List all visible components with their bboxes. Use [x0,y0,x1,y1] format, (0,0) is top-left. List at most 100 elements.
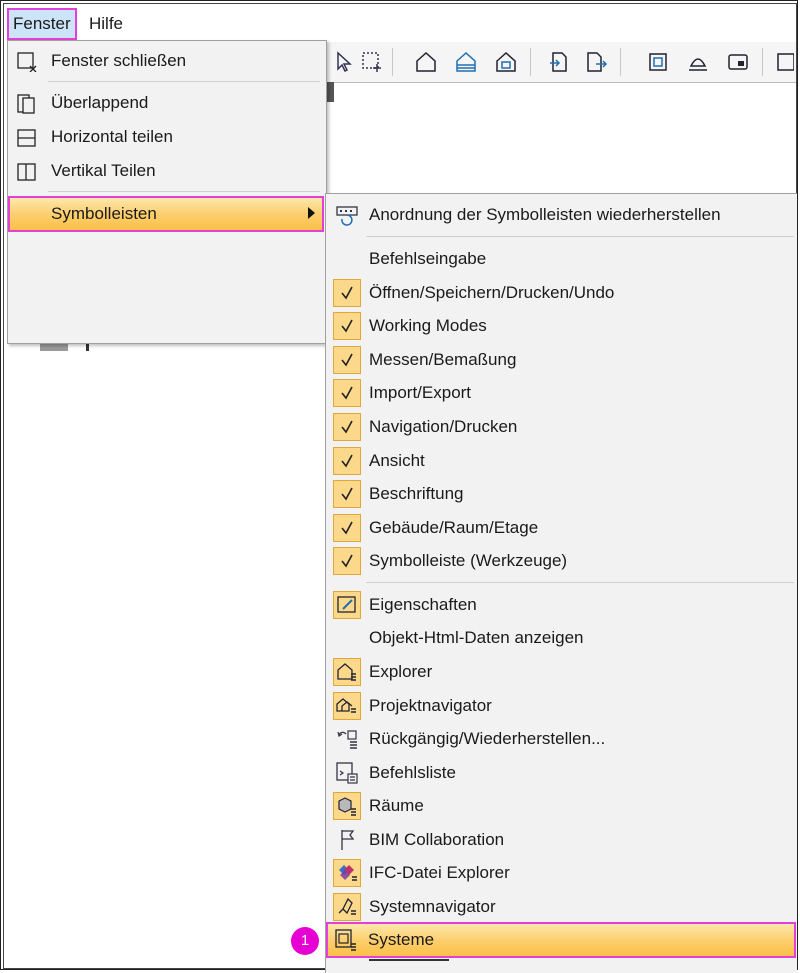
submenu-item-raeume[interactable]: Räume [328,790,794,822]
submenu-item-label: Gebäude/Raum/Etage [369,518,539,537]
command-list-icon [336,762,358,784]
checkmark-icon [333,447,361,475]
cutoff-text-fragment [369,959,449,964]
toolbar-reset-icon [336,206,358,226]
submenu-item-rueckgaengig[interactable]: Rückgängig/Wiederherstellen... [328,723,794,755]
submenu-item-bim-collaboration[interactable]: BIM Collaboration [328,824,794,856]
submenu-item-working-modes[interactable]: Working Modes [328,310,794,342]
submenu-item-systemnavigator[interactable]: Systemnavigator [328,891,794,923]
systems-icon [335,929,356,951]
toolbar-separator [620,48,621,76]
menu-item-symbolleisten[interactable]: Symbolleisten [8,196,324,232]
flag-icon [341,830,355,850]
house-layers-icon[interactable] [454,50,478,74]
undo-redo-icon [337,730,357,749]
submenu-item-objekt-html[interactable]: Objekt-Html-Daten anzeigen [328,622,794,654]
export-icon[interactable] [584,50,608,74]
menu-item-horizontal-teilen[interactable]: Horizontal teilen [9,121,323,153]
roof-icon[interactable] [686,50,710,74]
submenu-item-label: Explorer [369,662,433,681]
submenu-item-eigenschaften[interactable]: Eigenschaften [328,589,794,621]
submenu-item-label: Messen/Bemaßung [369,350,517,369]
submenu-item-label: Befehlseingabe [369,249,487,268]
submenu-item-projektnavigator[interactable]: Projektnavigator [328,690,794,722]
menu-item-vertikal-teilen[interactable]: Vertikal Teilen [9,155,323,187]
properties-icon [333,591,361,619]
menu-item-fenster-schliessen[interactable]: Fenster schließen [9,45,323,77]
submenu-item-label: Ansicht [369,451,425,470]
pointer-icon[interactable] [332,50,356,74]
menu-item-label: Vertikal Teilen [51,161,156,180]
split-vertical-icon [17,163,36,181]
menu-separator [48,81,320,82]
submenu-item-label: Projektnavigator [369,696,492,715]
menu-separator [366,582,794,583]
submenu-item-import-export[interactable]: Import/Export [328,377,794,409]
select-add-icon[interactable] [360,50,384,74]
checkmark-icon [333,279,361,307]
fenster-menu: Fenster schließen Überlappend Horizontal… [7,40,327,344]
toolbar-separator [762,48,763,76]
cascade-icon [17,94,35,114]
menu-separator [48,191,320,192]
numbering-icon[interactable] [776,50,794,74]
submenu-item-label: Systeme [368,930,435,949]
submenu-item-label: Räume [369,796,424,815]
house-rooms-icon[interactable] [494,50,518,74]
house-icon[interactable] [414,50,438,74]
submenu-item-label: Rückgängig/Wiederherstellen... [369,729,606,748]
system-navigator-icon [333,893,361,921]
submenu-item-label: Beschriftung [369,484,464,503]
checkmark-icon [333,379,361,407]
submenu-item-label: Symbolleiste (Werkzeuge) [369,551,568,570]
submenu-item-befehlseingabe[interactable]: Befehlseingabe [328,243,794,275]
submenu-item-beschriftung[interactable]: Beschriftung [328,478,794,510]
menu-item-label: Überlappend [51,93,149,112]
window-icon[interactable] [726,50,750,74]
submenu-item-navigation-drucken[interactable]: Navigation/Drucken [328,411,794,443]
menu-item-label: Horizontal teilen [51,127,173,146]
checkmark-icon [333,346,361,374]
submenu-item-anordnung[interactable]: Anordnung der Symbolleisten wiederherste… [328,199,794,231]
explorer-icon [333,658,361,686]
submenu-item-label: Systemnavigator [369,897,496,916]
submenu-item-explorer[interactable]: Explorer [328,656,794,688]
menu-hilfe[interactable]: Hilfe [84,9,128,39]
ifc-explorer-icon [333,859,361,887]
menu-item-label: Fenster schließen [51,51,187,70]
import-icon[interactable] [548,50,572,74]
submenu-item-systeme[interactable]: Systeme [326,922,796,958]
content-edge [326,82,334,102]
submenu-item-label: BIM Collaboration [369,830,505,849]
submenu-item-label: Working Modes [369,316,487,335]
frame-select-icon[interactable] [646,50,670,74]
toolbar-separator [530,48,531,76]
checkmark-icon [333,514,361,542]
submenu-item-cutoff[interactable] [328,959,794,971]
submenu-item-label: Objekt-Html-Daten anzeigen [369,628,584,647]
submenu-item-befehlsliste[interactable]: Befehlsliste [328,757,794,789]
menu-bar: Fenster Hilfe [4,5,794,41]
menu-separator [366,236,794,237]
checkmark-icon [333,547,361,575]
project-navigator-icon [333,692,361,720]
submenu-item-label: Import/Export [369,383,472,402]
submenu-item-gebaeude-raum-etage[interactable]: Gebäude/Raum/Etage [328,512,794,544]
rooms-icon [333,792,361,820]
menu-item-ueberlappend[interactable]: Überlappend [9,87,323,119]
menu-fenster[interactable]: Fenster [7,8,77,40]
checkmark-icon [333,413,361,441]
background-element [40,343,89,351]
submenu-item-label: Navigation/Drucken [369,417,518,436]
submenu-item-label: Eigenschaften [369,595,477,614]
submenu-item-symbolleiste-werkzeuge[interactable]: Symbolleiste (Werkzeuge) [328,545,794,577]
submenu-item-oeffnen-speichern[interactable]: Öffnen/Speichern/Drucken/Undo [328,277,794,309]
submenu-item-ifc-explorer[interactable]: IFC-Datei Explorer [328,857,794,889]
symbolleisten-submenu: Anordnung der Symbolleisten wiederherste… [325,193,797,973]
submenu-item-ansicht[interactable]: Ansicht [328,445,794,477]
submenu-item-messen[interactable]: Messen/Bemaßung [328,344,794,376]
toolbar-separator [392,48,393,76]
submenu-item-label: Öffnen/Speichern/Drucken/Undo [369,283,615,302]
checkmark-icon [333,480,361,508]
submenu-item-label: Befehlsliste [369,763,456,782]
